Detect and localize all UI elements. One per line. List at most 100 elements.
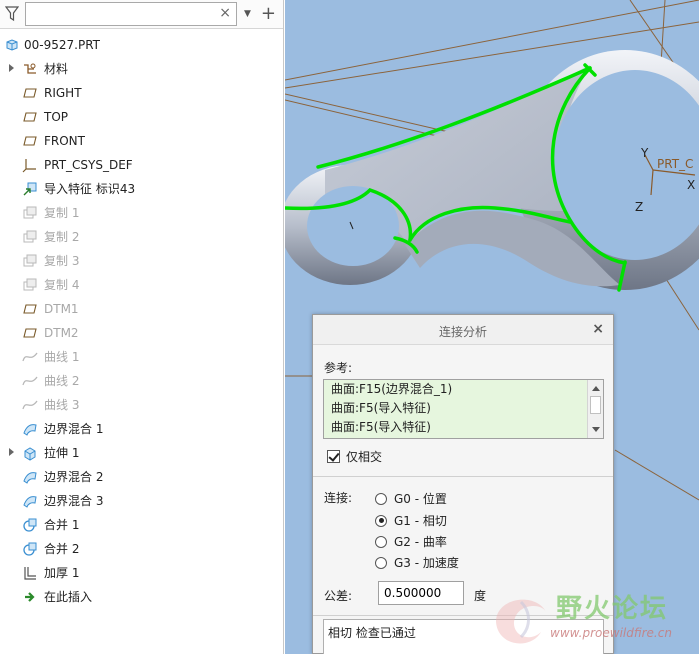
datum-plane-icon [22,133,38,149]
radio-label: G2 - 曲率 [394,535,447,549]
reference-label: 参考: [324,361,353,375]
curve-icon [22,373,38,389]
tree-item-1[interactable]: 边界混合 1 [0,417,283,441]
radio-button-selected[interactable] [375,514,387,527]
tree-item-label: 00-9527.PRT [24,38,100,52]
tree-item-2[interactable]: 边界混合 2 [0,465,283,489]
boundary-blend-icon [22,493,38,509]
tree-item-label: 边界混合 3 [44,494,104,508]
reference-scrollbar[interactable] [587,380,603,438]
copy-icon [22,205,38,221]
tree-item-4[interactable]: 复制 4 [0,273,283,297]
tree-item-label: 边界混合 2 [44,470,104,484]
csys-icon [22,157,38,173]
only-intersect-label: 仅相交 [346,450,383,464]
tree-item-root-part[interactable]: 00-9527.PRT [0,33,283,57]
tree-item-43[interactable]: 导入特征 标识43 [0,177,283,201]
reference-list[interactable]: 曲面:F15(边界混合_1) 曲面:F5(导入特征) 曲面:F5(导入特征) [323,379,604,439]
only-intersect-checkbox[interactable]: 仅相交 [327,448,382,465]
tree-item-label: 合并 1 [44,518,80,532]
datum-plane-icon [22,301,38,317]
part-icon [4,37,20,53]
tree-item-label: 复制 4 [44,278,80,292]
add-icon[interactable]: + [261,5,276,23]
tree-item-3[interactable]: 边界混合 3 [0,489,283,513]
tolerance-input[interactable] [378,581,464,605]
tree-item-3[interactable]: 曲线 3 [0,393,283,417]
axis-y-label: Y [641,146,649,160]
tree-item-right[interactable]: RIGHT [0,81,283,105]
tree-item-3[interactable]: 复制 3 [0,249,283,273]
radio-g3[interactable]: G3 - 加速度 [375,554,459,571]
radio-button[interactable] [375,556,387,569]
chevron-down-icon[interactable]: ▼ [244,9,251,19]
tree-item-1[interactable]: 加厚 1 [0,561,283,585]
radio-g2[interactable]: G2 - 曲率 [375,533,447,550]
tree-item-label: TOP [44,110,69,124]
radio-g0[interactable]: G0 - 位置 [375,490,447,507]
tree-item-label: 合并 2 [44,542,80,556]
tree-item-label: 材料 [44,62,69,76]
dialog-titlebar[interactable]: 连接分析 × [313,315,613,345]
axis-x-label: X [687,178,696,192]
reference-item[interactable]: 曲面:F5(导入特征) [324,399,603,418]
tree-item-1[interactable]: 拉伸 1 [0,441,283,465]
tree-item-2[interactable]: 合并 2 [0,537,283,561]
curve-icon [22,397,38,413]
watermark-logo-icon [496,599,546,644]
scroll-thumb[interactable] [590,396,601,414]
tree-item-node-22[interactable]: 在此插入 [0,585,283,609]
radio-button[interactable] [375,492,387,505]
tree-item-top[interactable]: TOP [0,105,283,129]
tree-item-1[interactable]: 复制 1 [0,201,283,225]
copy-icon [22,229,38,245]
checkbox-checked[interactable] [327,450,340,463]
tree-item-front[interactable]: FRONT [0,129,283,153]
tree-item-prt-csys-def[interactable]: PRT_CSYS_DEF [0,153,283,177]
thicken-icon [22,565,38,581]
scroll-up-icon[interactable] [592,386,600,391]
watermark: 野火论坛 www.proewildfire.cn [486,582,699,654]
expand-arrow-icon[interactable] [9,448,14,456]
close-button[interactable]: × [592,321,604,337]
tree-item-label: PRT_CSYS_DEF [44,158,133,172]
tree-item-label: 曲线 2 [44,374,80,388]
model-tree: 00-9527.PRT 材料 RIGHT TOP FRONT PRT_CSYS_DEF 导… [0,29,283,609]
dialog-title: 连接分析 [438,325,487,339]
tree-item-1[interactable]: 曲线 1 [0,345,283,369]
filter-icon[interactable] [3,4,21,24]
tree-item-label: 复制 2 [44,230,80,244]
boundary-blend-icon [22,421,38,437]
csys-name-label: PRT_C [657,157,694,171]
datum-plane-icon [22,325,38,341]
tree-item-dtm1[interactable]: DTM1 [0,297,283,321]
material-icon [22,61,38,77]
tree-item-2[interactable]: 曲线 2 [0,369,283,393]
reference-item[interactable]: 曲面:F15(边界混合_1) [324,380,603,399]
radio-button[interactable] [375,535,387,548]
tree-item-label: 曲线 3 [44,398,80,412]
tree-item-label: DTM2 [44,326,79,340]
tree-item-label: 加厚 1 [44,566,80,580]
clear-icon[interactable]: × [219,5,231,21]
tree-item-label: 拉伸 1 [44,446,80,460]
tree-search-input[interactable] [26,3,206,25]
tree-item-node-0[interactable]: 材料 [0,57,283,81]
tree-item-1[interactable]: 合并 1 [0,513,283,537]
tree-item-2[interactable]: 复制 2 [0,225,283,249]
tree-item-dtm2[interactable]: DTM2 [0,321,283,345]
axis-z-label: Z [635,200,644,214]
tolerance-label: 公差: [324,589,353,603]
tree-item-label: DTM1 [44,302,79,316]
reference-item[interactable]: 曲面:F5(导入特征) [324,418,603,437]
radio-g1[interactable]: G1 - 相切 [375,512,447,529]
part-body [285,50,699,290]
tree-search-box[interactable]: × [25,2,237,26]
model-tree-panel: × ▼ + 00-9527.PRT 材料 RIGHT TOP FRONT PRT_CSY… [0,0,284,654]
radio-label: G0 - 位置 [394,492,447,506]
connection-label: 连接: [324,491,353,505]
insert-here-icon [22,589,38,605]
tree-item-label: 复制 1 [44,206,80,220]
scroll-down-icon[interactable] [592,427,600,432]
expand-arrow-icon[interactable] [9,64,14,72]
